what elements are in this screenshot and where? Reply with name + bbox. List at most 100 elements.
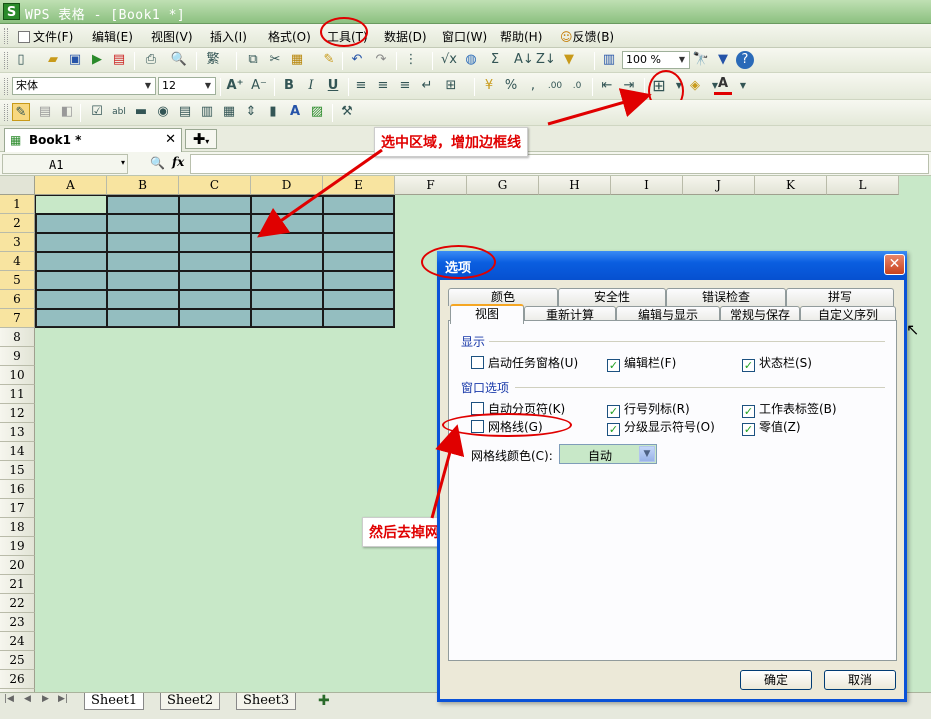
- row-header-15[interactable]: 15: [0, 461, 35, 480]
- print-icon[interactable]: ⎙: [142, 51, 160, 69]
- grid-cell[interactable]: [323, 233, 395, 252]
- column-header-E[interactable]: E: [323, 176, 395, 195]
- grid-cell[interactable]: [179, 271, 251, 290]
- grid-cell[interactable]: [179, 290, 251, 309]
- row-header-11[interactable]: 11: [0, 385, 35, 404]
- chevron-down-icon[interactable]: ▼: [639, 446, 655, 462]
- row-header-12[interactable]: 12: [0, 404, 35, 423]
- zoom-formula-icon[interactable]: 🔍: [150, 156, 165, 170]
- row-header-21[interactable]: 21: [0, 575, 35, 594]
- listbox-control-icon[interactable]: ▤: [176, 103, 194, 121]
- close-tab-icon[interactable]: ✕: [165, 132, 176, 147]
- textbox-control-icon[interactable]: abl: [110, 103, 128, 121]
- format-painter-icon[interactable]: ✎: [320, 51, 338, 69]
- cut-icon[interactable]: ✂: [266, 51, 284, 69]
- checkbox-control-icon[interactable]: ☑: [88, 103, 106, 121]
- tab-security[interactable]: 安全性: [558, 288, 666, 306]
- chevron-down-icon[interactable]: ▼: [676, 53, 688, 67]
- undo-icon[interactable]: ↶: [348, 51, 366, 69]
- grid-cell[interactable]: [323, 214, 395, 233]
- tab-view[interactable]: 视图: [450, 304, 524, 324]
- grid-cell[interactable]: [323, 290, 395, 309]
- tab-spelling[interactable]: 拼写: [786, 288, 894, 306]
- grid-cell[interactable]: [107, 290, 179, 309]
- menu-insert[interactable]: 插入(I): [210, 28, 247, 45]
- grid-cell[interactable]: [107, 233, 179, 252]
- close-icon[interactable]: ✕: [884, 254, 905, 275]
- font-color-icon[interactable]: A: [714, 75, 732, 95]
- help-icon[interactable]: ?: [736, 51, 754, 69]
- column-header-A[interactable]: A: [35, 176, 107, 195]
- grid-cell[interactable]: [251, 233, 323, 252]
- chevron-down-icon[interactable]: ▼: [734, 77, 752, 95]
- checkbox-status-bar[interactable]: ✓ 状态栏(S): [742, 354, 812, 372]
- grid-cell[interactable]: [107, 252, 179, 271]
- row-header-13[interactable]: 13: [0, 423, 35, 442]
- export-icon[interactable]: ▶: [88, 51, 106, 69]
- decrease-decimal-icon[interactable]: .0: [568, 77, 586, 95]
- function-icon[interactable]: √x: [440, 51, 458, 69]
- grid-cell[interactable]: [179, 195, 251, 214]
- image-control-icon[interactable]: ▨: [308, 103, 326, 121]
- row-header-3[interactable]: 3: [0, 233, 35, 252]
- column-header-I[interactable]: I: [611, 176, 683, 195]
- column-header-F[interactable]: F: [395, 176, 467, 195]
- align-left-icon[interactable]: ≡: [352, 77, 370, 95]
- toggle-control-icon[interactable]: ▦: [220, 103, 238, 121]
- zoom-combo[interactable]: 100 % ▼: [622, 51, 690, 69]
- grid-cell[interactable]: [35, 214, 107, 233]
- grid-cell[interactable]: [251, 252, 323, 271]
- menu-window[interactable]: 窗口(W): [442, 28, 487, 45]
- checkbox-zero-values[interactable]: ✓ 零值(Z): [742, 418, 801, 436]
- checkbox-task-pane[interactable]: 启动任务窗格(U): [471, 354, 578, 371]
- grid-cell[interactable]: [35, 233, 107, 252]
- code-icon[interactable]: ◧: [58, 103, 76, 121]
- pdf-icon[interactable]: ▤: [110, 51, 128, 69]
- align-right-icon[interactable]: ≡: [396, 77, 414, 95]
- chevron-down-icon[interactable]: ▾: [121, 158, 125, 167]
- grid-cell[interactable]: [323, 309, 395, 328]
- row-header-16[interactable]: 16: [0, 480, 35, 499]
- menu-help[interactable]: 帮助(H): [500, 28, 542, 45]
- grid-cell[interactable]: [179, 309, 251, 328]
- more-controls-icon[interactable]: ⚒: [338, 103, 356, 121]
- checkbox-formula-bar[interactable]: ✓ 编辑栏(F): [607, 354, 676, 372]
- skin-icon[interactable]: ▼: [714, 51, 732, 69]
- menu-file[interactable]: 文件(F): [18, 28, 73, 45]
- filter-icon[interactable]: ▼: [560, 51, 578, 69]
- select-all-corner[interactable]: [0, 176, 35, 195]
- function-wizard-icon[interactable]: fx: [172, 155, 184, 169]
- formula-input[interactable]: [190, 154, 929, 174]
- radio-control-icon[interactable]: ◉: [154, 103, 172, 121]
- workbook-tab[interactable]: ▦ Book1 * ✕: [4, 128, 182, 152]
- toolbar-grip[interactable]: [4, 78, 8, 95]
- sort-desc-icon[interactable]: Z↓: [536, 51, 556, 69]
- combobox-control-icon[interactable]: ▥: [198, 103, 216, 121]
- save-icon[interactable]: ▣: [66, 51, 84, 69]
- font-size-combo[interactable]: 12 ▼: [158, 77, 216, 95]
- next-sheet-icon[interactable]: ▶: [42, 694, 49, 704]
- row-header-4[interactable]: 4: [0, 252, 35, 271]
- cancel-button[interactable]: 取消: [824, 670, 896, 690]
- menu-data[interactable]: 数据(D): [384, 28, 427, 45]
- prev-sheet-icon[interactable]: ◀: [24, 694, 31, 704]
- chevron-down-icon[interactable]: ▼: [142, 79, 154, 93]
- grid-cell[interactable]: [323, 252, 395, 271]
- column-header-L[interactable]: L: [827, 176, 899, 195]
- sort-asc-icon[interactable]: A↓: [514, 51, 534, 69]
- last-sheet-icon[interactable]: ▶|: [58, 694, 68, 704]
- grid-cell[interactable]: [35, 271, 107, 290]
- bold-button[interactable]: B: [280, 77, 298, 95]
- column-header-J[interactable]: J: [683, 176, 755, 195]
- grid-cell[interactable]: [35, 252, 107, 271]
- gridline-color-select[interactable]: 自动 ▼: [559, 444, 657, 464]
- grid-cell[interactable]: [251, 271, 323, 290]
- grid-cell[interactable]: [323, 195, 395, 214]
- outdent-icon[interactable]: ⇤: [598, 77, 616, 95]
- grid-cell[interactable]: [251, 290, 323, 309]
- row-header-14[interactable]: 14: [0, 442, 35, 461]
- underline-button[interactable]: U: [324, 77, 342, 95]
- column-header-K[interactable]: K: [755, 176, 827, 195]
- print-preview-icon[interactable]: 🔍: [170, 51, 188, 69]
- font-name-combo[interactable]: 宋体 ▼: [12, 77, 156, 95]
